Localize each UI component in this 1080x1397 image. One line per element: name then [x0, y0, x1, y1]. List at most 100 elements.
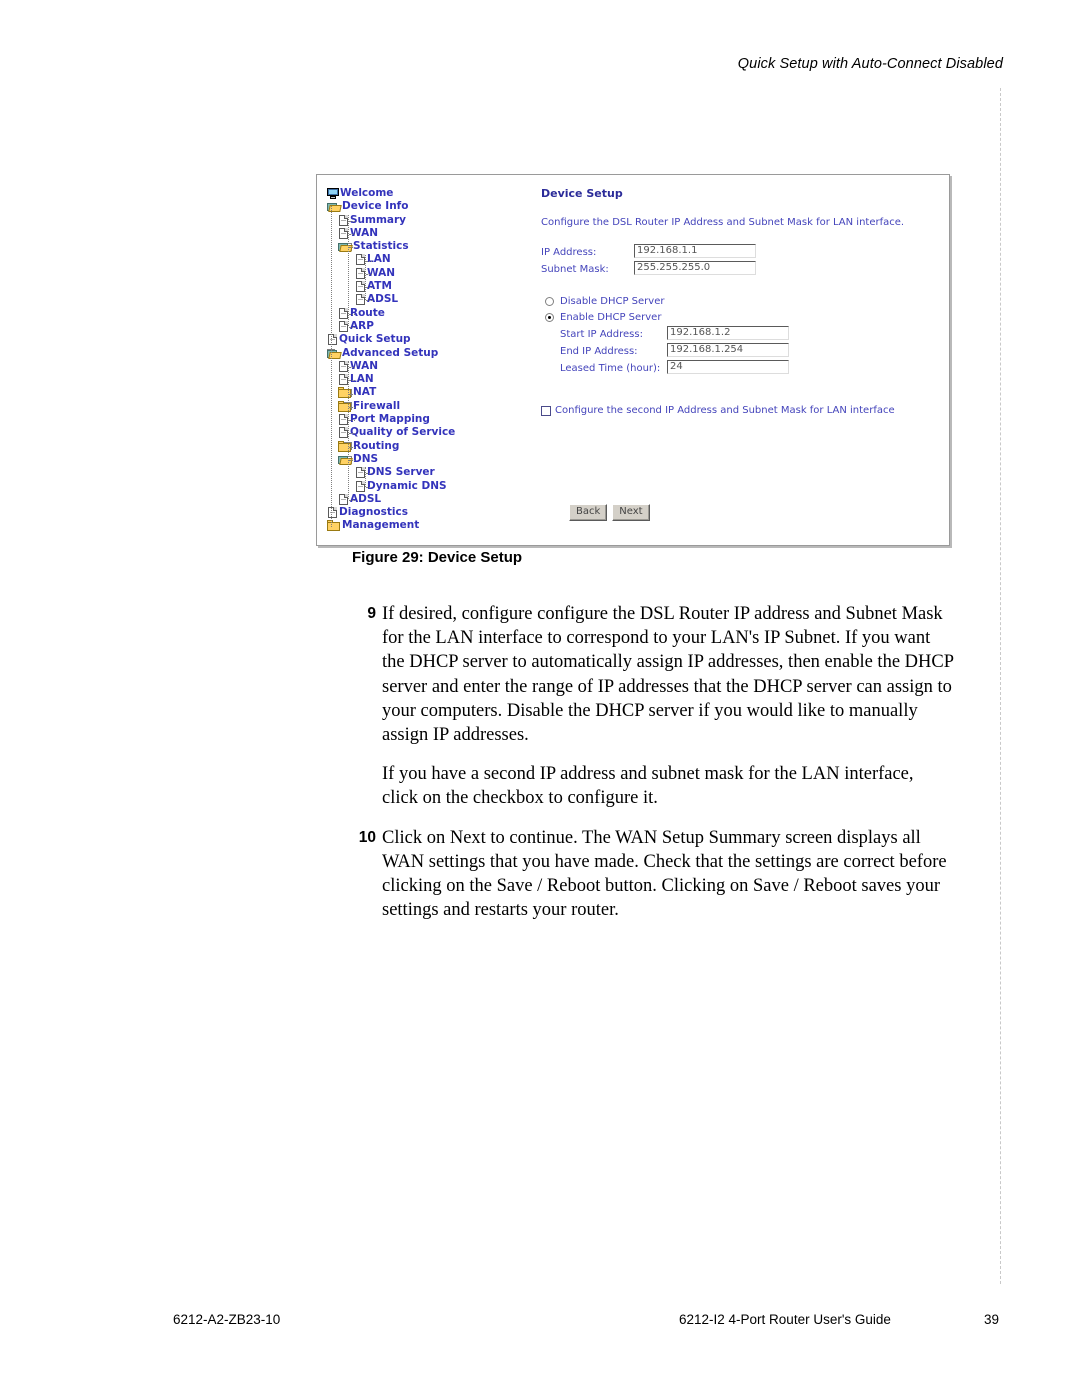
page-icon [327, 507, 338, 519]
tree-item-label: Routing [353, 439, 400, 452]
figure-caption: Figure 29: Device Setup [352, 549, 523, 566]
disable-dhcp-radio[interactable] [545, 297, 554, 306]
subnet-mask-input[interactable]: 255.255.255.0 [634, 261, 756, 275]
disable-dhcp-row[interactable]: Disable DHCP Server [541, 294, 937, 310]
tree-item-label: Diagnostics [339, 506, 408, 519]
tree-item-nat[interactable]: NAT [327, 386, 537, 399]
device-setup-panel: Device Setup Configure the DSL Router IP… [541, 187, 937, 417]
navigation-tree: Welcome Device Info Summary WAN Statistics LA… [327, 187, 537, 533]
second-ip-checkbox[interactable] [541, 406, 551, 416]
tree-item-adsl[interactable]: ADSL [327, 493, 537, 506]
tree-item-port-mapping[interactable]: Port Mapping [327, 413, 537, 426]
tree-item-summary[interactable]: Summary [327, 214, 537, 227]
tree-item-lan[interactable]: LAN [327, 253, 537, 266]
tree-item-management[interactable]: Management [327, 519, 537, 532]
dhcp-mode-group: Disable DHCP Server Enable DHCP Server S… [541, 294, 937, 377]
tree-item-label: Management [342, 519, 420, 532]
folder-open-icon [327, 201, 342, 213]
start-ip-label: Start IP Address: [560, 329, 643, 340]
tree-item-atm[interactable]: ATM [327, 280, 537, 293]
tree-guide-line [366, 273, 372, 275]
tree-item-label: NAT [353, 386, 377, 399]
tree-guide-line [349, 460, 355, 461]
running-header: Quick Setup with Auto-Connect Disabled [737, 56, 1003, 72]
tree-guide-line [348, 360, 349, 499]
tree-item-label: Quality of Service [350, 426, 456, 439]
tree-item-label: Firewall [353, 399, 401, 412]
next-button[interactable]: Next [612, 504, 650, 521]
tree-item-arp[interactable]: ARP [327, 320, 537, 333]
tree-item-wan[interactable]: WAN [327, 227, 537, 240]
tree-item-dynamic-dns[interactable]: Dynamic DNS [327, 480, 537, 493]
leased-time-row: Leased Time (hour): 24 [541, 360, 937, 377]
tree-item-dns-server[interactable]: DNS Server [327, 466, 537, 479]
tree-guide-line [349, 406, 355, 408]
footer-document-number: 6212-A2-ZB23-10 [173, 1312, 281, 1327]
panel-description: Configure the DSL Router IP Address and … [541, 217, 905, 228]
disable-dhcp-label: Disable DHCP Server [560, 296, 665, 307]
tree-guide-line [349, 499, 355, 501]
tree-item-advanced-setup[interactable]: Advanced Setup [327, 347, 537, 360]
step-text: If desired, configure configure the DSL … [382, 604, 954, 746]
folder-icon [327, 520, 341, 532]
second-ip-checkbox-label: Configure the second IP Address and Subn… [555, 405, 895, 416]
step-text: If you have a second IP address and subn… [382, 764, 914, 809]
tree-guide-line [348, 214, 349, 326]
panel-button-row: Back Next [569, 499, 655, 521]
back-button[interactable]: Back [569, 504, 608, 521]
enable-dhcp-row[interactable]: Enable DHCP Server [541, 310, 937, 326]
folder-open-icon [327, 348, 342, 359]
tree-item-adsl[interactable]: ADSL [327, 293, 537, 306]
tree-item-lan[interactable]: LAN [327, 373, 537, 386]
tree-item-label: Welcome [340, 187, 394, 199]
tree-item-label: Dynamic DNS [367, 479, 447, 492]
tree-item-device-info[interactable]: Device Info [327, 200, 537, 213]
monitor-icon [327, 188, 339, 199]
panel-title: Device Setup [541, 187, 623, 200]
enable-dhcp-radio[interactable] [545, 313, 554, 322]
tree-item-label: Quick Setup [339, 333, 411, 346]
instruction-steps: 9 If desired, configure configure the DSL… [354, 602, 954, 937]
tree-guide-line [365, 467, 366, 487]
tree-item-label: DNS Server [367, 466, 435, 479]
tree-item-wan[interactable]: WAN [327, 360, 537, 373]
tree-guide-line [366, 300, 372, 302]
start-ip-input[interactable]: 192.168.1.2 [667, 326, 789, 340]
margin-rule [1000, 88, 1001, 1284]
end-ip-input[interactable]: 192.168.1.254 [667, 343, 789, 357]
tree-item-wan[interactable]: WAN [327, 267, 537, 280]
tree-item-welcome[interactable]: Welcome [327, 187, 537, 200]
tree-guide-line [349, 313, 355, 315]
ip-address-input[interactable]: 192.168.1.1 [634, 244, 756, 258]
tree-item-label: DNS [353, 452, 379, 465]
subnet-mask-label: Subnet Mask: [541, 264, 609, 275]
tree-item-diagnostics[interactable]: Diagnostics [327, 506, 537, 519]
second-ip-checkbox-row[interactable]: Configure the second IP Address and Subn… [541, 405, 937, 417]
step-10: 10 Click on Next to continue. The WAN Set… [354, 826, 954, 923]
tree-item-quick-setup[interactable]: Quick Setup [327, 333, 537, 346]
tree-guide-line [349, 327, 355, 328]
start-ip-row: Start IP Address: 192.168.1.2 [541, 326, 937, 343]
tree-item-label: Device Info [342, 200, 409, 213]
step-note: If you have a second IP address and subn… [354, 762, 954, 810]
tree-item-routing[interactable]: Routing [327, 440, 537, 453]
router-ui-screenshot: Welcome Device Info Summary WAN Statistics LA… [316, 174, 950, 546]
page-footer: 6212-A2-ZB23-10 6212-I2 4-Port Router Us… [0, 1312, 1080, 1334]
end-ip-label: End IP Address: [560, 346, 638, 357]
tree-item-dns[interactable]: DNS [327, 453, 537, 466]
tree-item-firewall[interactable]: Firewall [327, 400, 537, 413]
tree-item-statistics[interactable]: Statistics [327, 240, 537, 253]
tree-guide-line [349, 420, 355, 422]
tree-item-label: Summary [350, 213, 407, 226]
tree-item-quality-of-service[interactable]: Quality of Service [327, 426, 537, 439]
step-text: Click on Next to continue. The WAN Setup… [382, 827, 947, 921]
tree-guide-line [349, 247, 355, 249]
tree-guide-line [349, 233, 355, 235]
step-9: 9 If desired, configure configure the DSL… [354, 602, 954, 747]
leased-time-input[interactable]: 24 [667, 360, 789, 374]
tree-guide-line [366, 486, 372, 488]
leased-time-label: Leased Time (hour): [560, 363, 661, 374]
tree-item-route[interactable]: Route [327, 307, 537, 320]
step-number: 10 [358, 828, 376, 846]
ip-address-label: IP Address: [541, 247, 597, 258]
